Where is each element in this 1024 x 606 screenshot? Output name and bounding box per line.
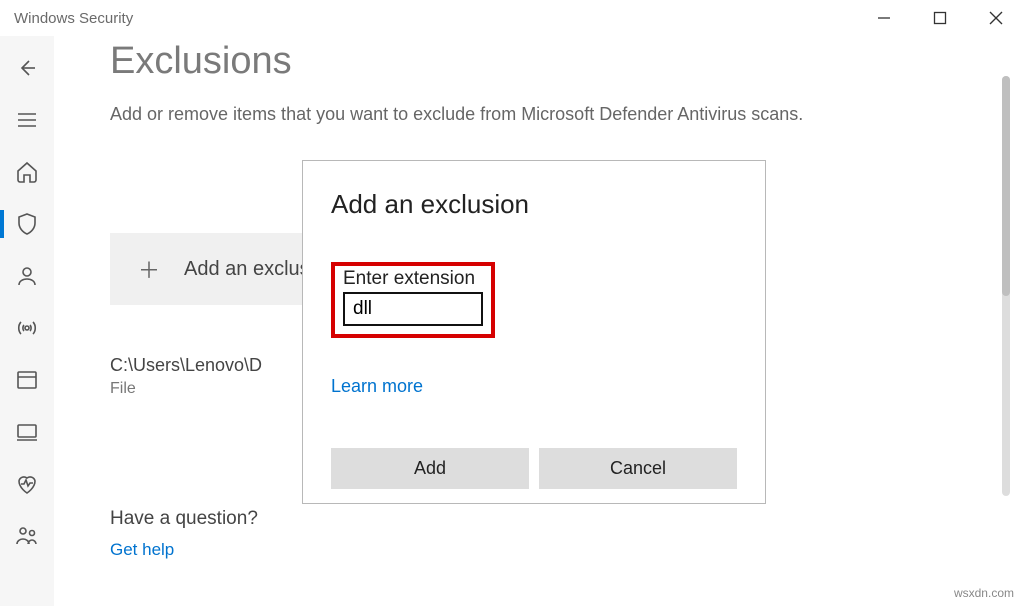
menu-icon[interactable]	[15, 108, 39, 132]
add-exclusion-dialog: Add an exclusion Enter extension Learn m…	[302, 160, 766, 504]
get-help-link[interactable]: Get help	[110, 540, 956, 560]
close-button[interactable]	[968, 0, 1024, 36]
extension-label: Enter extension	[343, 268, 483, 290]
scrollbar-thumb[interactable]	[1002, 76, 1010, 296]
dialog-actions: Add Cancel	[331, 448, 737, 489]
help-section: Have a question? Get help	[110, 508, 956, 560]
window-controls	[856, 0, 1024, 36]
plus-icon: ＋	[138, 253, 160, 285]
scrollbar[interactable]	[1002, 76, 1010, 496]
device-icon[interactable]	[15, 420, 39, 444]
sidebar	[0, 36, 54, 606]
help-heading: Have a question?	[110, 508, 956, 530]
titlebar: Windows Security	[0, 0, 1024, 36]
account-icon[interactable]	[15, 264, 39, 288]
app-browser-icon[interactable]	[15, 368, 39, 392]
shield-icon[interactable]	[15, 212, 39, 236]
extension-input-group: Enter extension	[331, 262, 495, 338]
back-icon[interactable]	[15, 56, 39, 80]
window-title: Windows Security	[14, 10, 133, 27]
page-title: Exclusions	[110, 40, 956, 83]
heart-health-icon[interactable]	[15, 472, 39, 496]
extension-input[interactable]	[343, 292, 483, 326]
dialog-title: Add an exclusion	[331, 189, 737, 220]
add-button[interactable]: Add	[331, 448, 529, 489]
watermark: wsxdn.com	[954, 586, 1014, 600]
learn-more-link[interactable]: Learn more	[331, 376, 737, 397]
page-description: Add or remove items that you want to exc…	[110, 101, 890, 127]
network-icon[interactable]	[15, 316, 39, 340]
maximize-button[interactable]	[912, 0, 968, 36]
minimize-button[interactable]	[856, 0, 912, 36]
cancel-button[interactable]: Cancel	[539, 448, 737, 489]
home-icon[interactable]	[15, 160, 39, 184]
family-icon[interactable]	[15, 524, 39, 548]
